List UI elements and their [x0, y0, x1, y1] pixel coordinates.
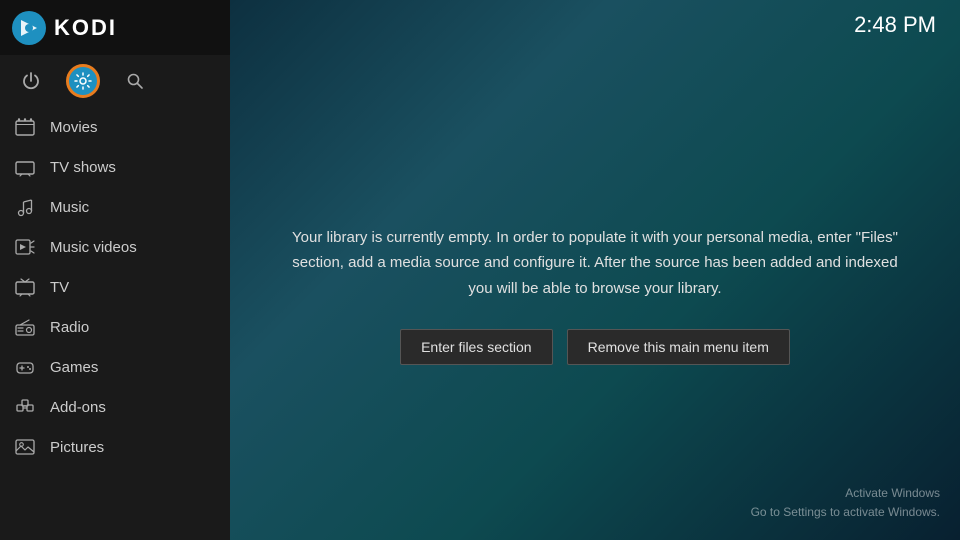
sidebar-item-tvshows[interactable]: TV shows	[0, 147, 230, 187]
pictures-icon	[14, 436, 36, 458]
tv-icon	[14, 276, 36, 298]
music-icon	[14, 196, 36, 218]
sidebar-header: KODI	[0, 0, 230, 55]
sidebar-item-pictures[interactable]: Pictures	[0, 427, 230, 467]
sidebar-item-tv[interactable]: TV	[0, 267, 230, 307]
search-button[interactable]	[118, 64, 152, 98]
tvshows-icon	[14, 156, 36, 178]
sidebar-item-radio[interactable]: Radio	[0, 307, 230, 347]
tv-label: TV	[50, 279, 69, 296]
sidebar-item-music[interactable]: Music	[0, 187, 230, 227]
clock: 2:48 PM	[854, 12, 936, 38]
main-content: 2:48 PM Your library is currently empty.…	[230, 0, 960, 540]
power-button[interactable]	[14, 64, 48, 98]
app-title: KODI	[54, 15, 117, 41]
addons-icon	[14, 396, 36, 418]
activate-windows-line2: Go to Settings to activate Windows.	[751, 503, 940, 522]
movies-label: Movies	[50, 119, 98, 136]
sidebar: KODI	[0, 0, 230, 540]
sidebar-nav: Movies TV shows	[0, 107, 230, 540]
radio-label: Radio	[50, 319, 89, 336]
musicvideos-icon	[14, 236, 36, 258]
movies-icon	[14, 116, 36, 138]
sidebar-item-musicvideos[interactable]: Music videos	[0, 227, 230, 267]
musicvideos-label: Music videos	[50, 239, 137, 256]
top-bar: 2:48 PM	[230, 0, 960, 50]
sidebar-item-games[interactable]: Games	[0, 347, 230, 387]
empty-library-message: Your library is currently empty. In orde…	[290, 225, 900, 302]
settings-button[interactable]	[66, 64, 100, 98]
action-buttons: Enter files section Remove this main men…	[400, 329, 790, 365]
sidebar-item-addons[interactable]: Add-ons	[0, 387, 230, 427]
games-icon	[14, 356, 36, 378]
radio-icon	[14, 316, 36, 338]
kodi-logo-icon	[12, 11, 46, 45]
games-label: Games	[50, 359, 98, 376]
remove-menu-item-button[interactable]: Remove this main menu item	[567, 329, 790, 365]
pictures-label: Pictures	[50, 439, 104, 456]
sidebar-item-movies[interactable]: Movies	[0, 107, 230, 147]
activate-windows-line1: Activate Windows	[751, 484, 940, 503]
enter-files-button[interactable]: Enter files section	[400, 329, 553, 365]
addons-label: Add-ons	[50, 399, 106, 416]
tvshows-label: TV shows	[50, 159, 116, 176]
music-label: Music	[50, 199, 89, 216]
activate-windows-watermark: Activate Windows Go to Settings to activ…	[751, 484, 940, 522]
sidebar-icon-row	[0, 55, 230, 107]
center-area: Your library is currently empty. In orde…	[230, 50, 960, 540]
